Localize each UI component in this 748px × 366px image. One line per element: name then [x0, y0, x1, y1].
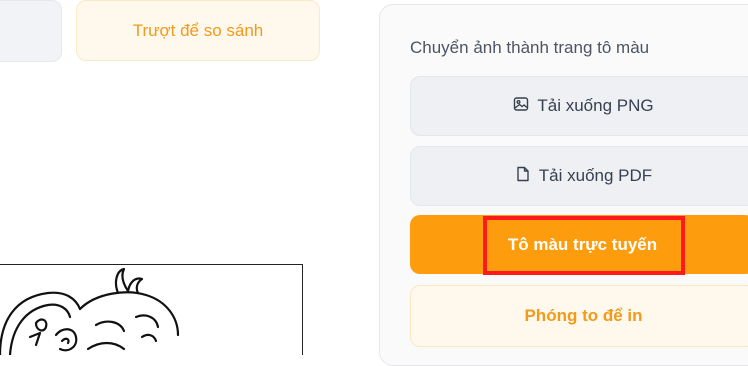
image-icon — [513, 96, 529, 117]
download-pdf-label: Tải xuống PDF — [538, 166, 653, 185]
cartoon-line-art — [0, 267, 180, 355]
previous-option-card[interactable] — [0, 0, 62, 62]
color-online-label: Tô màu trực tuyến — [507, 234, 658, 254]
slide-compare-label: Trượt để so sánh — [132, 20, 264, 40]
slide-compare-button[interactable]: Trượt để so sánh — [76, 0, 320, 61]
panel-title: Chuyển ảnh thành trang tô màu — [410, 38, 650, 57]
download-png-button[interactable]: Tải xuống PNG — [410, 76, 748, 136]
file-icon — [515, 166, 531, 187]
color-online-button[interactable]: Tô màu trực tuyến — [410, 215, 748, 274]
download-pdf-button[interactable]: Tải xuống PDF — [410, 146, 748, 206]
zoom-to-print-button[interactable]: Phóng to để in — [410, 285, 748, 347]
download-png-label: Tải xuống PNG — [537, 96, 654, 115]
zoom-to-print-label: Phóng to để in — [524, 306, 643, 325]
coloring-page-preview — [0, 264, 303, 355]
